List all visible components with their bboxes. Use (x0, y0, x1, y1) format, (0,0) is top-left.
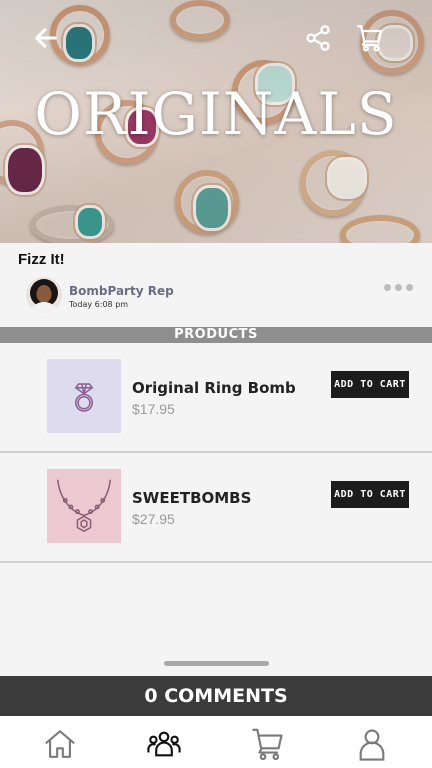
back-button[interactable] (30, 22, 62, 54)
product-name[interactable]: SWEETBOMBS (132, 489, 251, 507)
share-button[interactable] (302, 22, 334, 54)
post-author[interactable]: BombParty Rep (69, 284, 174, 298)
ring-icon (74, 383, 94, 412)
necklace-icon (57, 479, 111, 533)
comments-bar[interactable]: 0 COMMENTS (0, 676, 432, 716)
shopping-cart-icon (252, 728, 283, 761)
scroll-handle[interactable] (164, 661, 269, 666)
product-thumbnail[interactable] (47, 469, 121, 543)
tab-home[interactable] (40, 724, 80, 764)
product-card[interactable]: Original Ring Bomb $17.95 ADD TO CART (0, 343, 432, 453)
header-cart-button[interactable] (354, 22, 386, 54)
post-title: Fizz It! (18, 251, 65, 268)
avatar[interactable] (26, 277, 62, 313)
arrow-left-icon (35, 28, 57, 48)
product-card[interactable]: SWEETBOMBS $27.95 ADD TO CART (0, 453, 432, 563)
hero-banner: ORIGINALS (0, 0, 432, 243)
product-price: $17.95 (132, 401, 175, 417)
product-price: $27.95 (132, 511, 175, 527)
tab-cart[interactable] (248, 724, 288, 764)
bottom-tab-bar (0, 716, 432, 768)
product-name[interactable]: Original Ring Bomb (132, 379, 296, 397)
group-icon (147, 731, 181, 757)
more-horizontal-icon (384, 283, 391, 291)
more-options-button[interactable] (384, 280, 418, 294)
hero-title: ORIGINALS (34, 80, 398, 148)
tab-profile[interactable] (352, 724, 392, 764)
home-icon (45, 730, 75, 758)
share-icon (306, 25, 330, 51)
products-header: PRODUCTS (0, 327, 432, 343)
user-icon (359, 729, 385, 761)
product-thumbnail[interactable] (47, 359, 121, 433)
add-to-cart-button[interactable]: ADD TO CART (331, 481, 409, 508)
post-detail-screen: ORIGINALS Fizz It! BombParty Rep Today 6… (0, 0, 432, 768)
avatar-image (26, 277, 62, 313)
shopping-cart-icon (357, 25, 383, 52)
add-to-cart-button[interactable]: ADD TO CART (331, 371, 409, 398)
tab-community[interactable] (144, 724, 184, 764)
post-timestamp: Today 6:08 pm (69, 300, 129, 309)
